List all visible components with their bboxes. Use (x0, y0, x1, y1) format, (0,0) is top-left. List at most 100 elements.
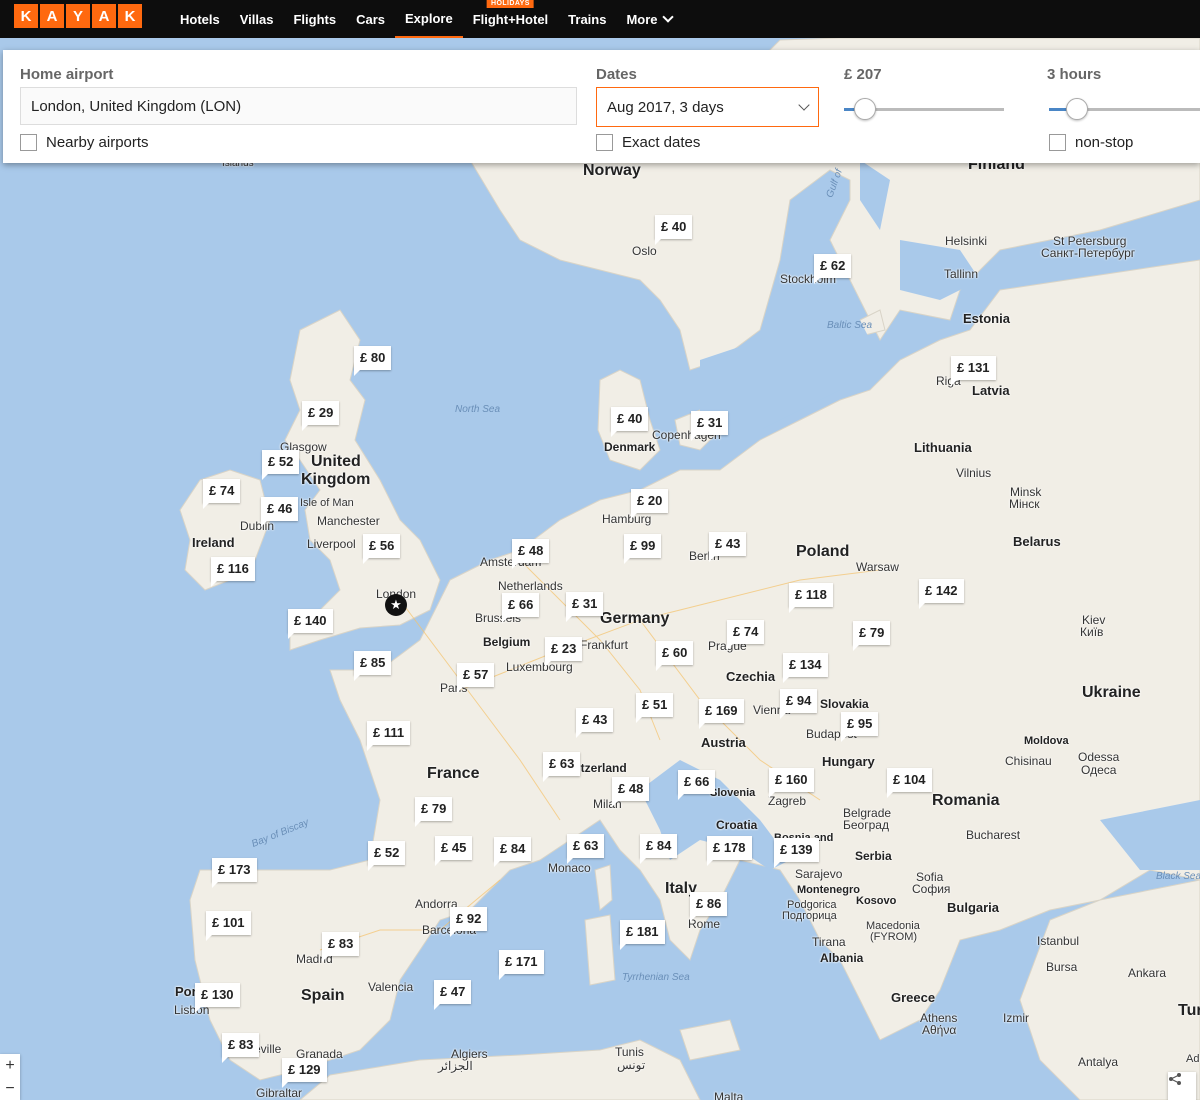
home-airport-input[interactable] (20, 87, 577, 125)
price-tag[interactable]: £ 48 (512, 539, 550, 569)
price-tag[interactable]: £ 85 (354, 651, 392, 681)
price-tag[interactable]: £ 131 (951, 356, 996, 386)
nav-flights[interactable]: Flights (283, 0, 346, 38)
nav-trains[interactable]: Trains (558, 0, 616, 38)
price-tag[interactable]: £ 95 (841, 712, 879, 742)
share-button[interactable] (1168, 1072, 1196, 1100)
price-tag[interactable]: £ 169 (699, 699, 744, 729)
price-tag[interactable]: £ 31 (566, 592, 604, 622)
logo-letter: A (92, 4, 116, 28)
place-label: Latvia (972, 383, 1010, 398)
price-tag[interactable]: £ 20 (631, 489, 669, 519)
price-tag[interactable]: £ 57 (457, 663, 495, 693)
place-label: Kosovo (856, 895, 897, 907)
logo-letter: A (40, 4, 64, 28)
nearby-airports-checkbox[interactable]: Nearby airports (20, 134, 149, 151)
price-tag[interactable]: £ 62 (814, 254, 852, 284)
nav-more[interactable]: More (616, 0, 681, 38)
place-label: Санкт-Петербург (1041, 246, 1136, 260)
map-base (0, 38, 1200, 1100)
price-tag[interactable]: £ 84 (494, 837, 532, 867)
slider-thumb[interactable] (1066, 98, 1088, 120)
price-tag[interactable]: £ 118 (789, 583, 833, 613)
nav-villas[interactable]: Villas (230, 0, 284, 38)
price-tag[interactable]: £ 63 (543, 752, 581, 782)
non-stop-checkbox[interactable]: non-stop (1049, 134, 1133, 151)
price-tag[interactable]: £ 40 (611, 407, 649, 437)
price-tag[interactable]: £ 40 (655, 215, 693, 245)
price-tag[interactable]: £ 66 (502, 593, 540, 623)
price-tag[interactable]: £ 79 (415, 797, 453, 827)
price-tag[interactable]: £ 45 (435, 836, 473, 866)
price-tag[interactable]: £ 31 (691, 411, 729, 441)
place-label: Greece (891, 990, 936, 1005)
price-tag[interactable]: £ 74 (203, 479, 241, 509)
dates-label: Dates (596, 66, 637, 83)
price-tag[interactable]: £ 101 (206, 911, 251, 941)
price-tag[interactable]: £ 83 (322, 932, 360, 962)
duration-slider[interactable] (1049, 98, 1200, 122)
kayak-logo[interactable]: K A Y A K (14, 4, 142, 28)
price-tag[interactable]: £ 111 (367, 721, 411, 751)
price-tag[interactable]: £ 142 (919, 579, 964, 609)
price-tag[interactable]: £ 74 (727, 620, 765, 650)
price-tag[interactable]: £ 52 (262, 450, 300, 480)
zoom-in-button[interactable]: + (0, 1054, 20, 1077)
zoom-out-button[interactable]: − (0, 1077, 20, 1100)
price-tag[interactable]: £ 134 (783, 653, 828, 683)
price-tag[interactable]: £ 181 (620, 920, 665, 950)
price-tag[interactable]: £ 51 (636, 693, 674, 723)
price-tag[interactable]: £ 66 (678, 770, 716, 800)
price-tag[interactable]: £ 86 (690, 892, 728, 922)
slider-thumb[interactable] (854, 98, 876, 120)
nav-cars[interactable]: Cars (346, 0, 395, 38)
holidays-badge: HOLIDAYS (487, 0, 534, 8)
checkbox-box[interactable] (1049, 134, 1066, 151)
price-tag[interactable]: £ 80 (354, 346, 392, 376)
price-tag[interactable]: £ 104 (887, 768, 932, 798)
price-tag[interactable]: £ 63 (567, 834, 605, 864)
price-tag[interactable]: £ 46 (261, 497, 299, 527)
place-label: Poland (796, 543, 850, 560)
price-tag[interactable]: £ 47 (434, 980, 472, 1010)
price-tag[interactable]: £ 52 (368, 841, 406, 871)
price-tag[interactable]: £ 92 (450, 907, 488, 937)
home-star-icon[interactable]: ★ (385, 594, 407, 616)
price-tag[interactable]: £ 43 (709, 532, 747, 562)
place-label: Frankfurt (580, 638, 629, 652)
price-tag[interactable]: £ 56 (363, 534, 401, 564)
price-tag[interactable]: £ 83 (222, 1033, 260, 1063)
nav-hotels[interactable]: Hotels (170, 0, 230, 38)
place-label: Valencia (368, 980, 414, 994)
price-tag[interactable]: £ 116 (211, 557, 255, 587)
price-tag[interactable]: £ 139 (774, 838, 819, 868)
checkbox-box[interactable] (20, 134, 37, 151)
price-tag[interactable]: £ 23 (545, 637, 583, 667)
price-slider[interactable] (844, 98, 1004, 122)
explore-map[interactable]: Norway Finland United Kingdom Ireland Es… (0, 38, 1200, 1100)
place-label: Београд (843, 818, 889, 832)
price-tag[interactable]: £ 79 (853, 621, 891, 651)
place-label: Київ (1080, 625, 1104, 639)
price-tag[interactable]: £ 60 (656, 641, 694, 671)
price-tag[interactable]: £ 94 (780, 689, 818, 719)
price-tag[interactable]: £ 171 (499, 950, 544, 980)
checkbox-box[interactable] (596, 134, 613, 151)
price-tag[interactable]: £ 160 (769, 768, 814, 798)
nav-explore[interactable]: Explore (395, 0, 463, 38)
nav-flight-hotel[interactable]: HOLIDAYS Flight+Hotel (463, 0, 558, 38)
exact-dates-checkbox[interactable]: Exact dates (596, 134, 700, 151)
dates-dropdown[interactable]: Aug 2017, 3 days (596, 87, 819, 127)
price-tag[interactable]: £ 84 (640, 834, 678, 864)
price-tag[interactable]: £ 29 (302, 401, 340, 431)
price-tag[interactable]: £ 129 (282, 1058, 327, 1088)
price-tag[interactable]: £ 99 (624, 534, 662, 564)
price-tag[interactable]: £ 43 (576, 708, 614, 738)
nav-label: Villas (239, 11, 274, 27)
price-tag[interactable]: £ 130 (195, 983, 240, 1013)
price-tag[interactable]: £ 173 (212, 858, 257, 888)
price-tag[interactable]: £ 140 (288, 609, 333, 639)
place-label: Мінск (1009, 497, 1040, 511)
price-tag[interactable]: £ 178 (707, 836, 752, 866)
price-tag[interactable]: £ 48 (612, 777, 650, 807)
